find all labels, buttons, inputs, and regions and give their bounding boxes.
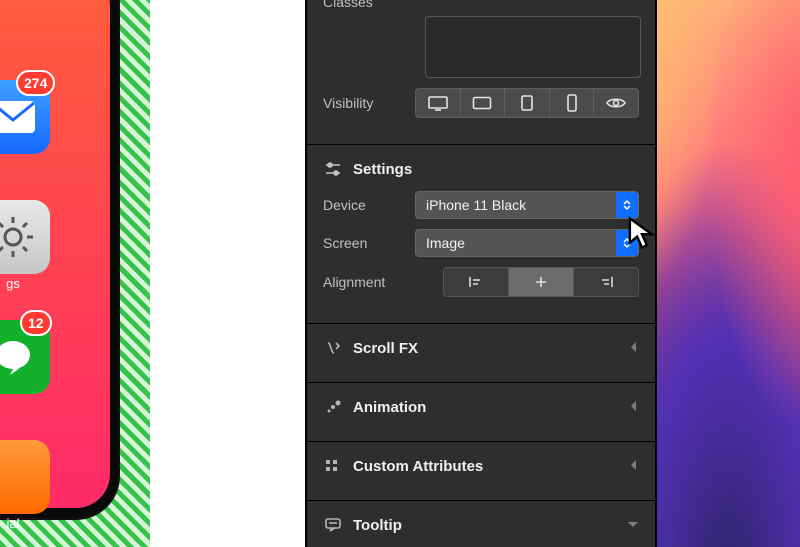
orange-app-icon <box>0 440 50 514</box>
inspector-panel: Classes Visibility Settings Device iPhon… <box>305 0 657 547</box>
screen-select-value: Image <box>426 235 465 251</box>
line-badge: 12 <box>20 310 52 336</box>
chevron-left-icon <box>629 458 639 475</box>
custom-attributes-icon <box>323 456 343 476</box>
settings-section-header[interactable]: Settings <box>305 145 657 191</box>
visibility-label: Visibility <box>323 95 415 111</box>
bottom-app-label-fragment: ial <box>0 516 50 531</box>
device-label: Device <box>323 197 415 213</box>
custom-attributes-section-title: Custom Attributes <box>353 458 483 475</box>
select-stepper-icon <box>616 192 638 218</box>
settings-section-title: Settings <box>353 161 412 178</box>
screen-select[interactable]: Image <box>415 229 639 257</box>
classes-label: Classes <box>305 0 657 10</box>
align-right-button[interactable] <box>573 268 638 296</box>
device-select-value: iPhone 11 Black <box>426 197 526 213</box>
visibility-phone-button[interactable] <box>549 89 594 117</box>
scrollfx-icon <box>323 338 343 358</box>
chevron-down-icon <box>627 517 639 534</box>
scrollfx-section-title: Scroll FX <box>353 340 418 357</box>
visibility-button-group <box>415 88 639 118</box>
visibility-desktop-button[interactable] <box>416 89 460 117</box>
align-left-button[interactable] <box>444 268 508 296</box>
classes-textarea[interactable] <box>425 16 641 79</box>
sliders-icon <box>323 159 343 179</box>
tooltip-section-title: Tooltip <box>353 517 402 534</box>
visibility-tablet-portrait-button[interactable] <box>504 89 549 117</box>
visibility-eye-button[interactable] <box>593 89 638 117</box>
custom-attributes-section-header[interactable]: Custom Attributes <box>305 442 657 488</box>
chevron-left-icon <box>629 340 639 357</box>
alignment-segmented-control <box>443 267 639 297</box>
mail-badge: 274 <box>16 70 55 96</box>
animation-section-title: Animation <box>353 399 426 416</box>
align-center-button[interactable] <box>508 268 573 296</box>
animation-section-header[interactable]: Animation <box>305 383 657 429</box>
tooltip-section-header[interactable]: Tooltip <box>305 501 657 547</box>
screen-label: Screen <box>323 235 415 251</box>
visibility-tablet-landscape-button[interactable] <box>460 89 505 117</box>
settings-app-icon <box>0 200 50 274</box>
macos-wallpaper <box>657 0 800 547</box>
animation-icon <box>323 397 343 417</box>
chevron-left-icon <box>629 399 639 416</box>
scrollfx-section-header[interactable]: Scroll FX <box>305 324 657 370</box>
settings-app-label-fragment: gs <box>0 276 50 291</box>
device-select[interactable]: iPhone 11 Black <box>415 191 639 219</box>
selection-green-overlay: 274 gs 12 ial <box>0 0 150 547</box>
select-stepper-icon <box>616 230 638 256</box>
alignment-label: Alignment <box>323 274 415 290</box>
tooltip-icon <box>323 515 343 535</box>
